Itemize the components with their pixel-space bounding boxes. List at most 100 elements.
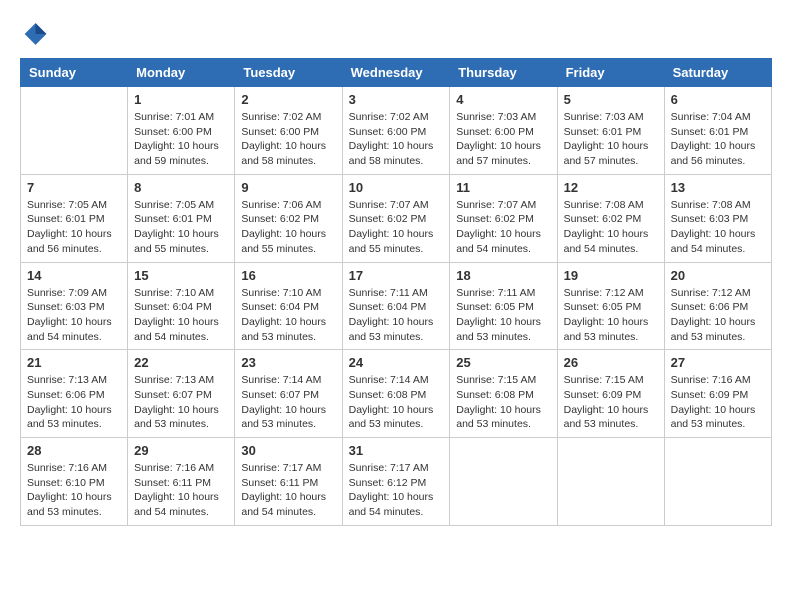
calendar-cell: 11 Sunrise: 7:07 AM Sunset: 6:02 PM Dayli… bbox=[450, 174, 557, 262]
calendar-week-row: 21 Sunrise: 7:13 AM Sunset: 6:06 PM Dayli… bbox=[21, 350, 772, 438]
day-number: 10 bbox=[349, 180, 444, 195]
cell-info: Sunrise: 7:03 AM Sunset: 6:01 PM Dayligh… bbox=[564, 110, 658, 169]
calendar-cell: 5 Sunrise: 7:03 AM Sunset: 6:01 PM Daylig… bbox=[557, 87, 664, 175]
page-header bbox=[20, 20, 772, 48]
calendar-cell bbox=[557, 438, 664, 526]
column-header-saturday: Saturday bbox=[664, 59, 771, 87]
calendar-cell: 3 Sunrise: 7:02 AM Sunset: 6:00 PM Daylig… bbox=[342, 87, 450, 175]
calendar-cell: 27 Sunrise: 7:16 AM Sunset: 6:09 PM Dayli… bbox=[664, 350, 771, 438]
calendar-cell: 26Sunrise: 7:15 AM Sunset: 6:09 PM Dayli… bbox=[557, 350, 664, 438]
cell-info: Sunrise: 7:08 AM Sunset: 6:03 PM Dayligh… bbox=[671, 198, 765, 257]
day-number: 21 bbox=[27, 355, 121, 370]
day-number: 23 bbox=[241, 355, 335, 370]
calendar-cell: 13 Sunrise: 7:08 AM Sunset: 6:03 PM Dayli… bbox=[664, 174, 771, 262]
calendar-cell: 18 Sunrise: 7:11 AM Sunset: 6:05 PM Dayli… bbox=[450, 262, 557, 350]
cell-info: Sunrise: 7:10 AM Sunset: 6:04 PM Dayligh… bbox=[134, 286, 228, 345]
day-number: 29 bbox=[134, 443, 228, 458]
column-header-tuesday: Tuesday bbox=[235, 59, 342, 87]
logo-icon bbox=[20, 20, 48, 48]
calendar-cell: 12 Sunrise: 7:08 AM Sunset: 6:02 PM Dayli… bbox=[557, 174, 664, 262]
day-number: 11 bbox=[456, 180, 550, 195]
calendar-table: SundayMondayTuesdayWednesdayThursdayFrid… bbox=[20, 58, 772, 526]
cell-info: Sunrise: 7:12 AM Sunset: 6:06 PM Dayligh… bbox=[671, 286, 765, 345]
day-number: 25 bbox=[456, 355, 550, 370]
calendar-cell: 15 Sunrise: 7:10 AM Sunset: 6:04 PM Dayli… bbox=[128, 262, 235, 350]
calendar-cell: 31 Sunrise: 7:17 AM Sunset: 6:12 PM Dayli… bbox=[342, 438, 450, 526]
calendar-week-row: 7 Sunrise: 7:05 AM Sunset: 6:01 PM Daylig… bbox=[21, 174, 772, 262]
cell-info: Sunrise: 7:10 AM Sunset: 6:04 PM Dayligh… bbox=[241, 286, 335, 345]
day-number: 24 bbox=[349, 355, 444, 370]
cell-info: Sunrise: 7:16 AM Sunset: 6:10 PM Dayligh… bbox=[27, 461, 121, 520]
calendar-cell: 25 Sunrise: 7:15 AM Sunset: 6:08 PM Dayli… bbox=[450, 350, 557, 438]
day-number: 12 bbox=[564, 180, 658, 195]
day-number: 5 bbox=[564, 92, 658, 107]
column-header-monday: Monday bbox=[128, 59, 235, 87]
day-number: 3 bbox=[349, 92, 444, 107]
day-number: 27 bbox=[671, 355, 765, 370]
calendar-cell: 16 Sunrise: 7:10 AM Sunset: 6:04 PM Dayli… bbox=[235, 262, 342, 350]
cell-info: Sunrise: 7:05 AM Sunset: 6:01 PM Dayligh… bbox=[27, 198, 121, 257]
day-number: 31 bbox=[349, 443, 444, 458]
calendar-header-row: SundayMondayTuesdayWednesdayThursdayFrid… bbox=[21, 59, 772, 87]
calendar-week-row: 1Sunrise: 7:01 AM Sunset: 6:00 PM Daylig… bbox=[21, 87, 772, 175]
cell-info: Sunrise: 7:09 AM Sunset: 6:03 PM Dayligh… bbox=[27, 286, 121, 345]
calendar-cell bbox=[21, 87, 128, 175]
day-number: 16 bbox=[241, 268, 335, 283]
cell-info: Sunrise: 7:07 AM Sunset: 6:02 PM Dayligh… bbox=[456, 198, 550, 257]
column-header-thursday: Thursday bbox=[450, 59, 557, 87]
cell-info: Sunrise: 7:12 AM Sunset: 6:05 PM Dayligh… bbox=[564, 286, 658, 345]
day-number: 2 bbox=[241, 92, 335, 107]
cell-info: Sunrise: 7:01 AM Sunset: 6:00 PM Dayligh… bbox=[134, 110, 228, 169]
day-number: 14 bbox=[27, 268, 121, 283]
day-number: 15 bbox=[134, 268, 228, 283]
cell-info: Sunrise: 7:13 AM Sunset: 6:06 PM Dayligh… bbox=[27, 373, 121, 432]
calendar-cell: 4 Sunrise: 7:03 AM Sunset: 6:00 PM Daylig… bbox=[450, 87, 557, 175]
calendar-week-row: 28 Sunrise: 7:16 AM Sunset: 6:10 PM Dayli… bbox=[21, 438, 772, 526]
day-number: 28 bbox=[27, 443, 121, 458]
calendar-cell: 24Sunrise: 7:14 AM Sunset: 6:08 PM Dayli… bbox=[342, 350, 450, 438]
calendar-cell bbox=[664, 438, 771, 526]
day-number: 26 bbox=[564, 355, 658, 370]
calendar-cell: 30 Sunrise: 7:17 AM Sunset: 6:11 PM Dayli… bbox=[235, 438, 342, 526]
logo bbox=[20, 20, 50, 48]
day-number: 22 bbox=[134, 355, 228, 370]
calendar-cell: 21 Sunrise: 7:13 AM Sunset: 6:06 PM Dayli… bbox=[21, 350, 128, 438]
cell-info: Sunrise: 7:17 AM Sunset: 6:12 PM Dayligh… bbox=[349, 461, 444, 520]
calendar-cell: 14 Sunrise: 7:09 AM Sunset: 6:03 PM Dayli… bbox=[21, 262, 128, 350]
cell-info: Sunrise: 7:04 AM Sunset: 6:01 PM Dayligh… bbox=[671, 110, 765, 169]
calendar-week-row: 14 Sunrise: 7:09 AM Sunset: 6:03 PM Dayli… bbox=[21, 262, 772, 350]
day-number: 30 bbox=[241, 443, 335, 458]
day-number: 20 bbox=[671, 268, 765, 283]
calendar-cell: 10 Sunrise: 7:07 AM Sunset: 6:02 PM Dayli… bbox=[342, 174, 450, 262]
column-header-friday: Friday bbox=[557, 59, 664, 87]
day-number: 7 bbox=[27, 180, 121, 195]
calendar-cell: 19 Sunrise: 7:12 AM Sunset: 6:05 PM Dayli… bbox=[557, 262, 664, 350]
cell-info: Sunrise: 7:07 AM Sunset: 6:02 PM Dayligh… bbox=[349, 198, 444, 257]
cell-info: Sunrise: 7:16 AM Sunset: 6:09 PM Dayligh… bbox=[671, 373, 765, 432]
cell-info: Sunrise: 7:03 AM Sunset: 6:00 PM Dayligh… bbox=[456, 110, 550, 169]
day-number: 4 bbox=[456, 92, 550, 107]
day-number: 9 bbox=[241, 180, 335, 195]
cell-info: Sunrise: 7:06 AM Sunset: 6:02 PM Dayligh… bbox=[241, 198, 335, 257]
day-number: 19 bbox=[564, 268, 658, 283]
calendar-cell: 17 Sunrise: 7:11 AM Sunset: 6:04 PM Dayli… bbox=[342, 262, 450, 350]
cell-info: Sunrise: 7:02 AM Sunset: 6:00 PM Dayligh… bbox=[241, 110, 335, 169]
calendar-cell: 1Sunrise: 7:01 AM Sunset: 6:00 PM Daylig… bbox=[128, 87, 235, 175]
calendar-cell: 22Sunrise: 7:13 AM Sunset: 6:07 PM Dayli… bbox=[128, 350, 235, 438]
day-number: 18 bbox=[456, 268, 550, 283]
calendar-cell: 6 Sunrise: 7:04 AM Sunset: 6:01 PM Daylig… bbox=[664, 87, 771, 175]
cell-info: Sunrise: 7:15 AM Sunset: 6:08 PM Dayligh… bbox=[456, 373, 550, 432]
cell-info: Sunrise: 7:16 AM Sunset: 6:11 PM Dayligh… bbox=[134, 461, 228, 520]
cell-info: Sunrise: 7:11 AM Sunset: 6:05 PM Dayligh… bbox=[456, 286, 550, 345]
day-number: 13 bbox=[671, 180, 765, 195]
calendar-cell: 20 Sunrise: 7:12 AM Sunset: 6:06 PM Dayli… bbox=[664, 262, 771, 350]
cell-info: Sunrise: 7:05 AM Sunset: 6:01 PM Dayligh… bbox=[134, 198, 228, 257]
calendar-cell: 29 Sunrise: 7:16 AM Sunset: 6:11 PM Dayli… bbox=[128, 438, 235, 526]
cell-info: Sunrise: 7:08 AM Sunset: 6:02 PM Dayligh… bbox=[564, 198, 658, 257]
calendar-cell: 7 Sunrise: 7:05 AM Sunset: 6:01 PM Daylig… bbox=[21, 174, 128, 262]
cell-info: Sunrise: 7:17 AM Sunset: 6:11 PM Dayligh… bbox=[241, 461, 335, 520]
day-number: 17 bbox=[349, 268, 444, 283]
day-number: 6 bbox=[671, 92, 765, 107]
cell-info: Sunrise: 7:02 AM Sunset: 6:00 PM Dayligh… bbox=[349, 110, 444, 169]
cell-info: Sunrise: 7:11 AM Sunset: 6:04 PM Dayligh… bbox=[349, 286, 444, 345]
